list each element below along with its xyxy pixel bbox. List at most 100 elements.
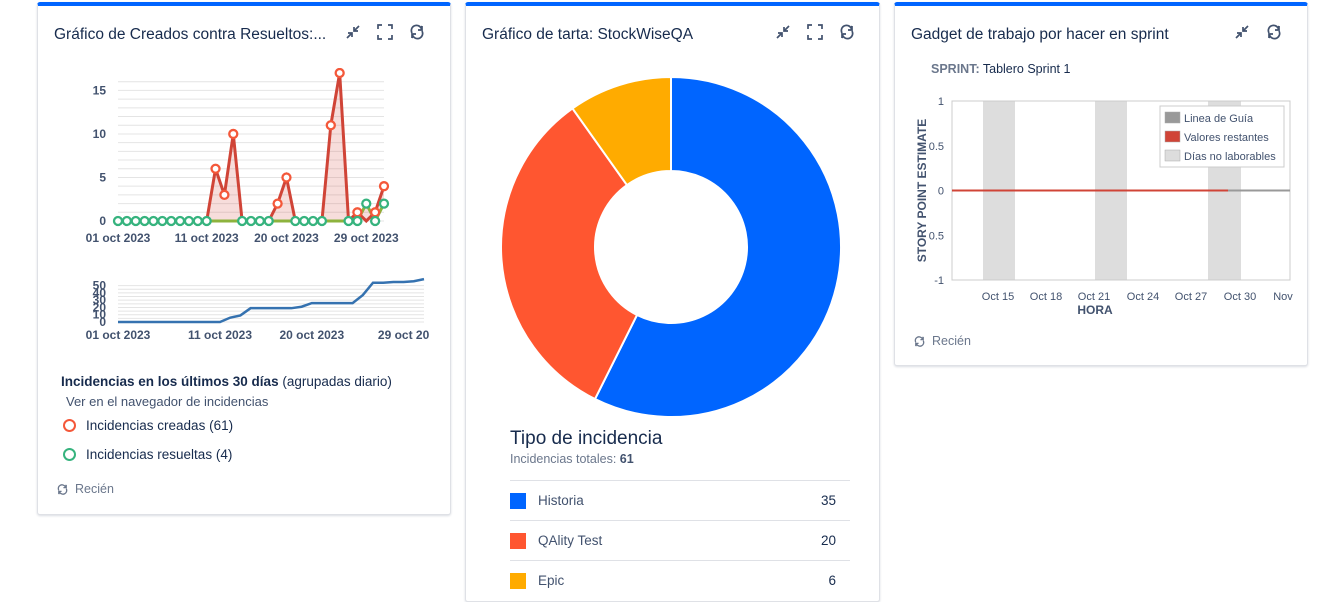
sprint-name: SPRINT: Tablero Sprint 1 (931, 62, 1070, 76)
resolved-point (352, 215, 363, 227)
legend-swatch (1164, 111, 1181, 124)
refresh-small-icon (57, 483, 68, 495)
fullscreen-icon[interactable] (806, 23, 824, 41)
minimize-icon[interactable] (774, 23, 792, 41)
created-point (325, 120, 336, 131)
heading-text: Incidencias en los últimos 30 días (61, 374, 279, 389)
x-tick-label: 29 oct 2023 (334, 231, 399, 245)
x-tick-label: Oct 30 (1224, 291, 1256, 303)
created-point (352, 207, 363, 218)
resolved-marker-icon (63, 448, 76, 461)
x-tick-label: Oct 18 (1030, 291, 1062, 303)
refresh-label: Recién (932, 334, 971, 348)
created-resolved-chart: 0 5 10 15 01 oct 2023 11 oct 2023 20 oct 2023 2… (86, 68, 399, 245)
refresh-status[interactable]: Recién (913, 334, 971, 348)
x-tick-label: 11 oct 2023 (188, 328, 252, 342)
created-vs-resolved-gadget: Gráfico de Creados contra Resueltos:... … (37, 2, 451, 515)
sprint-label: SPRINT: (931, 62, 980, 76)
legend-swatch (1164, 149, 1181, 162)
y-tick-label: 5 (99, 170, 106, 184)
y-tick-label: 0 (938, 186, 944, 198)
chart-heading: Incidencias en los últimos 30 días (agru… (61, 374, 392, 389)
created-marker-icon (63, 419, 76, 432)
refresh-label: Recién (75, 482, 114, 496)
refresh-icon[interactable] (1265, 23, 1283, 41)
resolved-point (236, 215, 248, 227)
resolved-point (112, 215, 124, 227)
y-tick-label: 15 (93, 83, 107, 97)
y-tick-label: -1 (934, 275, 944, 287)
y-axis-title: STORY POINT ESTIMATE (915, 119, 929, 263)
gadget-toolbar (344, 23, 426, 41)
y-tick-label: 0.5 (929, 230, 944, 242)
resolved-point (130, 215, 141, 227)
resolved-point (378, 198, 390, 209)
resolved-point (316, 215, 328, 227)
heading-suffix: (agrupadas diario) (282, 374, 392, 389)
created-point (281, 172, 292, 183)
minimize-icon[interactable] (1233, 23, 1251, 41)
table-row[interactable]: Epic 6 (510, 560, 850, 600)
fullscreen-icon[interactable] (376, 23, 394, 41)
donut-chart (500, 75, 842, 418)
resolved-point (121, 215, 133, 227)
y-tick-label: 10 (93, 127, 107, 141)
x-tick-label: 20 oct 2023 (279, 328, 344, 342)
resolved-point (201, 215, 212, 227)
resolved-point (139, 215, 150, 227)
resolved-point (290, 215, 301, 227)
table-row[interactable]: Historia 35 (510, 480, 850, 520)
row-label: Historia (538, 493, 584, 508)
legend-resolved: Incidencias resueltas (4) (63, 447, 232, 462)
resolved-point (148, 215, 159, 227)
x-tick-label: Oct 15 (982, 291, 1014, 303)
created-point (369, 207, 381, 218)
resolved-point (299, 215, 310, 227)
gadget-title[interactable]: Gadget de trabajo por hacer en sprint (911, 26, 1211, 44)
total-value: 61 (619, 452, 634, 466)
legend-resolved-label: Incidencias resueltas (4) (86, 447, 233, 462)
gadget-title[interactable]: Gráfico de Creados contra Resueltos:... (54, 26, 336, 44)
x-tick-label: Oct 24 (1127, 291, 1159, 303)
resolved-point (174, 215, 186, 227)
created-point (334, 68, 345, 79)
resolved-point (245, 215, 257, 227)
total-label: Incidencias totales: (510, 452, 617, 466)
legend-label: Linea de Guía (1184, 113, 1254, 125)
x-tick-label: 11 oct 2023 (175, 231, 239, 245)
color-swatch (510, 492, 526, 509)
legend-created: Incidencias creadas (61) (63, 418, 233, 433)
y-tick-label: 1 (938, 96, 944, 108)
pie-chart-gadget: Gráfico de tarta: StockWiseQA Tipo de in… (465, 2, 880, 602)
gadget-toolbar (1233, 23, 1283, 41)
issue-navigator-link[interactable]: Ver en el navegador de incidencias (66, 394, 268, 409)
resolved-point (361, 198, 372, 209)
gadget-title[interactable]: Gráfico de tarta: StockWiseQA (482, 26, 742, 44)
minimize-icon[interactable] (344, 23, 362, 41)
x-tick-label: 01 oct 2023 (86, 231, 151, 245)
refresh-status[interactable]: Recién (56, 482, 114, 496)
created-point (272, 198, 283, 209)
table-row[interactable]: QAlity Test 20 (510, 520, 850, 560)
color-swatch (510, 572, 526, 589)
legend-created-label: Incidencias creadas (61) (86, 418, 234, 433)
burndown-chart: 1 0.5 0 0.5 -1 Oct 15 Oct 18 Oct 21 Oct 24 Oct 27… (915, 96, 1293, 316)
refresh-small-icon (914, 335, 925, 347)
section-title: Tipo de incidencia (510, 428, 663, 449)
x-tick-label: Oct 21 (1078, 291, 1110, 303)
row-count: 6 (828, 573, 836, 588)
x-tick-label: Nov (1273, 291, 1293, 303)
cumulative-chart: 0102030405001 oct 2023 11 oct 2023 20 oct … (86, 277, 430, 342)
resolved-point (192, 215, 203, 227)
resolved-point (369, 215, 381, 227)
y-tick-label: 50 (93, 279, 107, 293)
created-point (228, 128, 239, 140)
x-tick-label: 01 oct 2023 (86, 328, 151, 342)
refresh-icon[interactable] (408, 23, 426, 41)
resolved-point (166, 215, 177, 227)
refresh-icon[interactable] (838, 23, 856, 41)
sprint-value: Tablero Sprint 1 (982, 62, 1071, 76)
y-tick-label: 0.5 (929, 141, 944, 153)
created-point (210, 163, 221, 174)
legend-label: Días no laborables (1184, 151, 1276, 163)
